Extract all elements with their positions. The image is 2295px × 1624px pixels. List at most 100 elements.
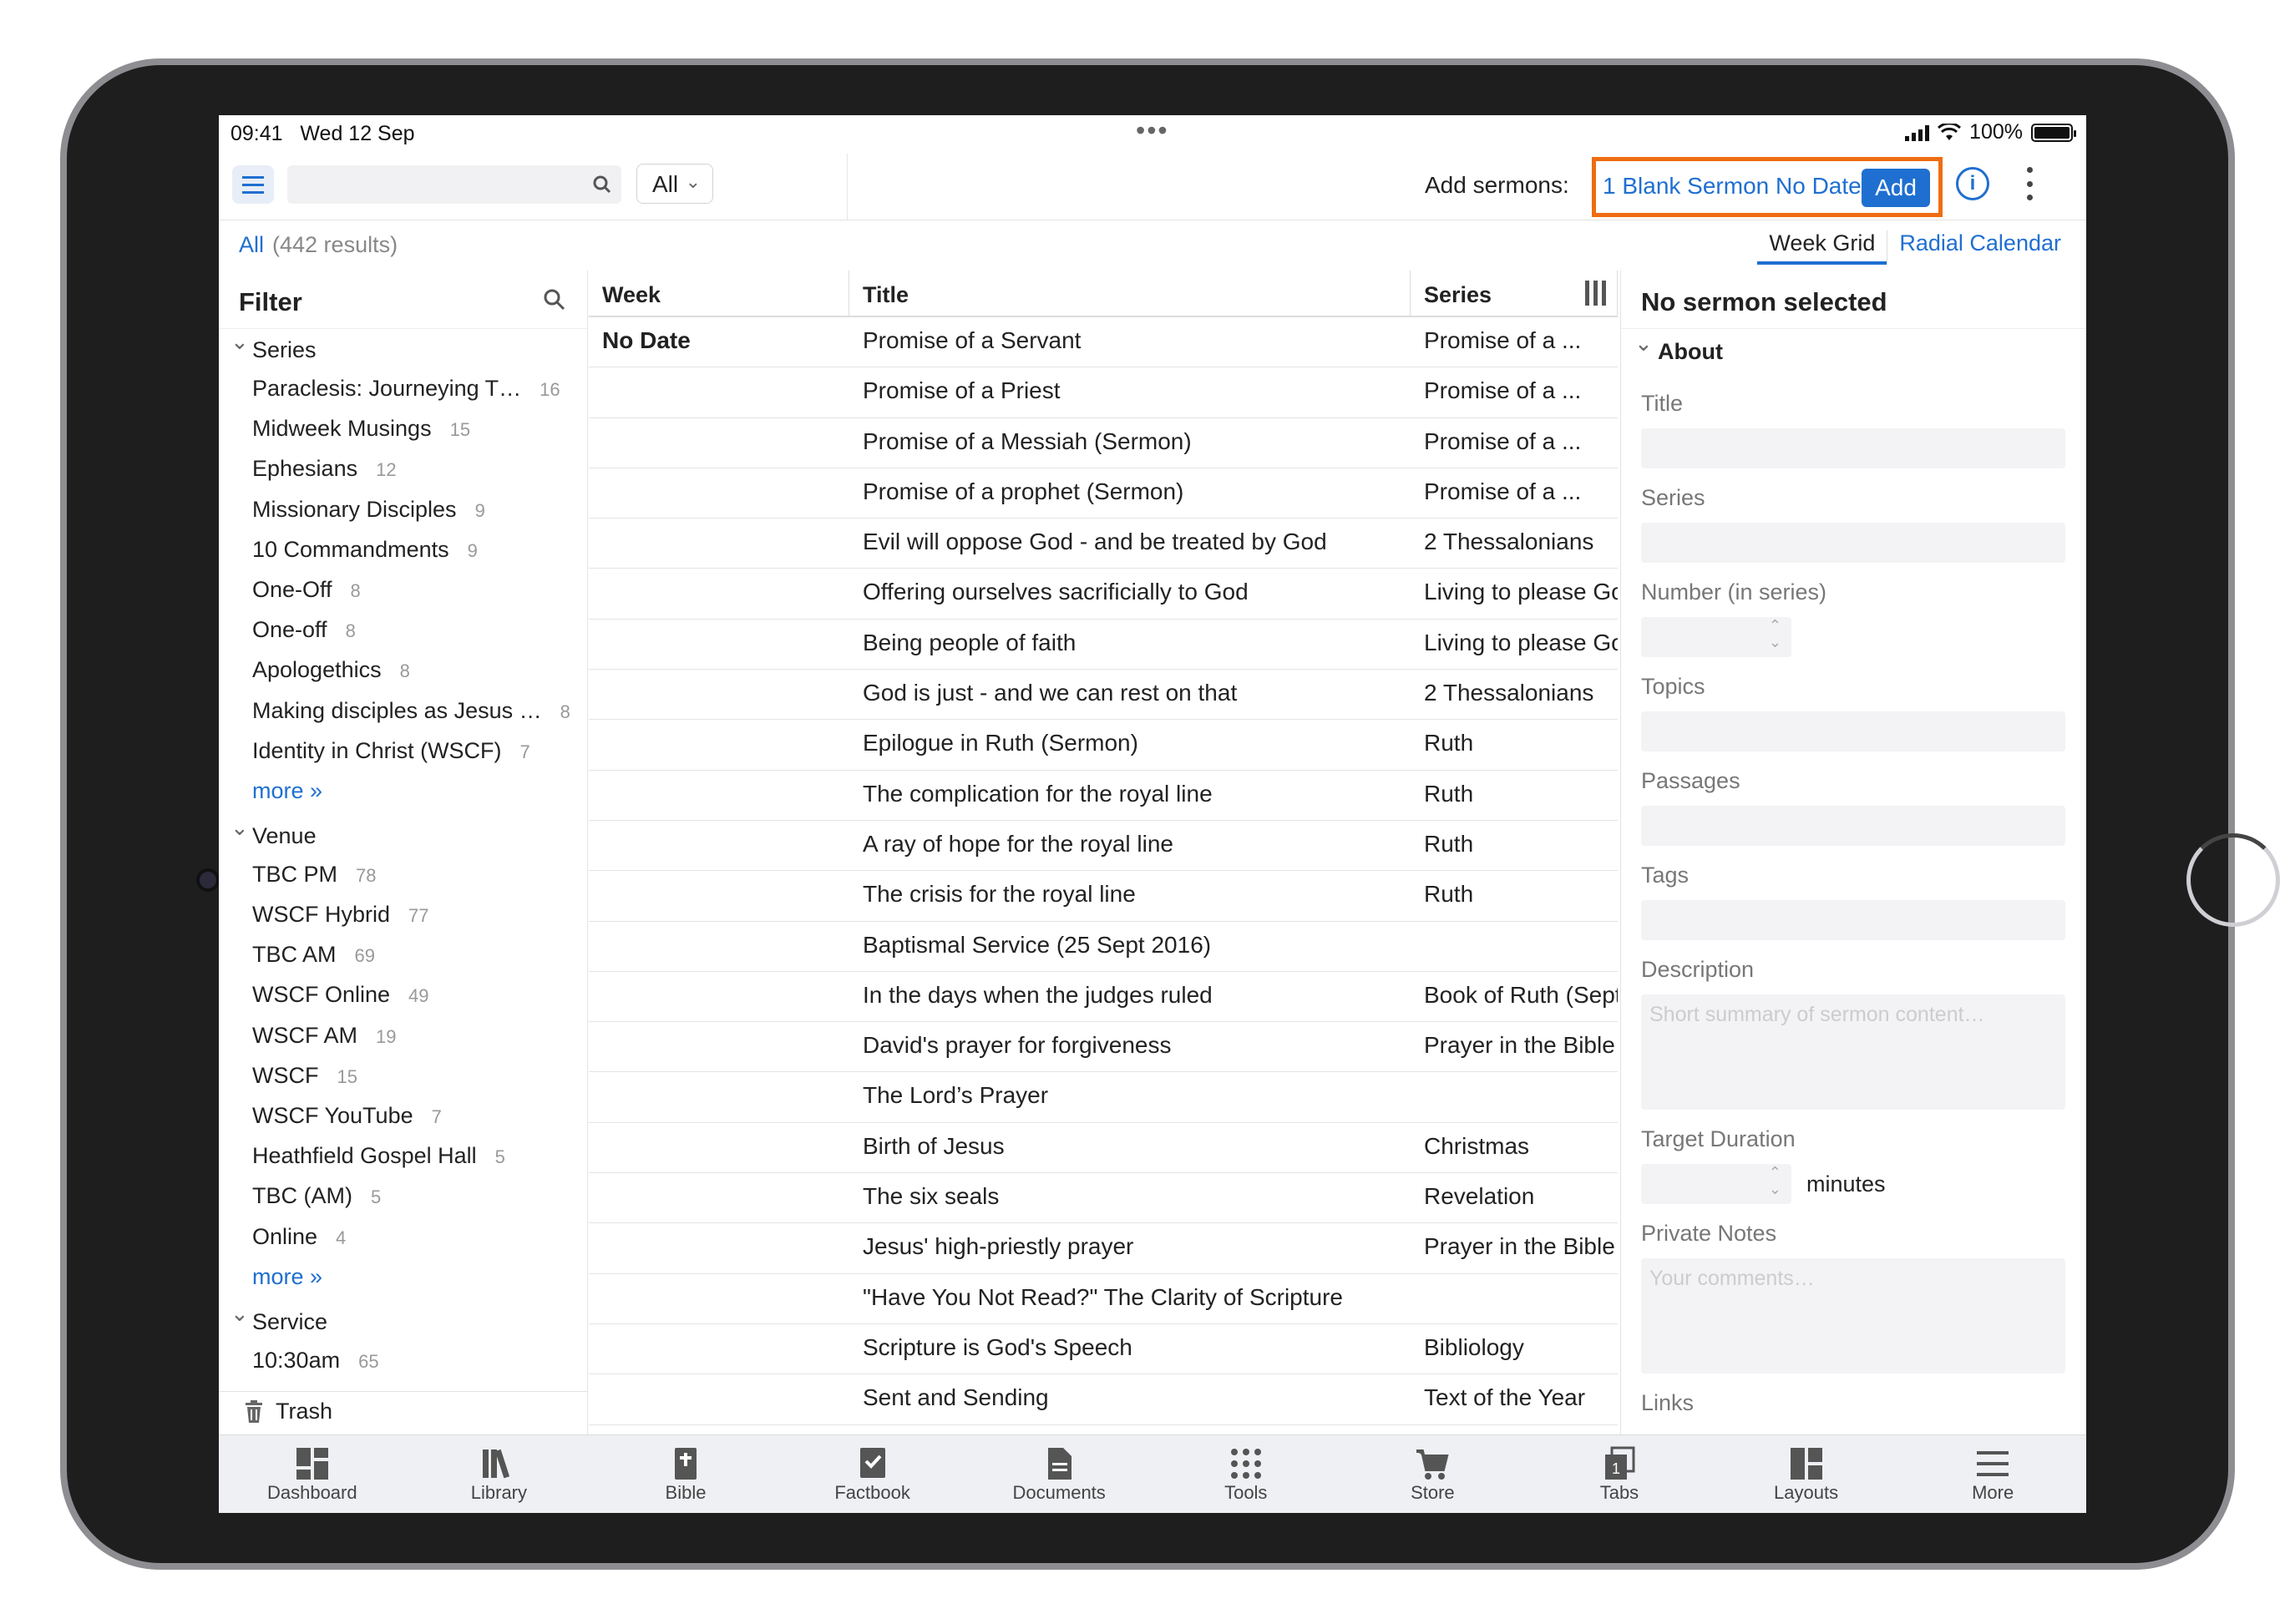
cell-series: Text of the Year [1424,1384,1586,1411]
filter-group-title[interactable]: Service [219,1301,587,1341]
more-options-icon[interactable] [2021,167,2038,200]
cell-week [589,670,849,719]
table-row[interactable]: The crisis for the royal line Ruth [589,871,1618,922]
trash-button[interactable]: Trash [219,1391,587,1434]
filter-group-title[interactable]: Venue [219,815,587,855]
title-field[interactable] [1641,428,2065,468]
series-field[interactable] [1641,523,2065,563]
table-row[interactable]: God is just - and we can rest on that 2 T… [589,670,1618,721]
tab-store[interactable]: Store [1349,1435,1516,1513]
table-row[interactable]: Jesus' high-priestly prayer Prayer in the… [589,1223,1618,1274]
cell-title: In the days when the judges ruled [863,981,1213,1008]
filter-scope-dropdown[interactable]: All ⌄ [636,164,713,204]
menu-button[interactable] [232,165,274,204]
filter-item[interactable]: TBC PM 78 [219,855,587,895]
multitask-dots-icon[interactable]: ••• [1136,115,1169,146]
svg-text:1: 1 [1612,1460,1620,1477]
filter-item[interactable]: Midweek Musings 15 [219,409,587,449]
tab-documents[interactable]: Documents [975,1435,1142,1513]
topics-field[interactable] [1641,711,2065,751]
table-row[interactable]: Sent and Sending Text of the Year [589,1374,1618,1425]
table-row[interactable]: Baptismal Service (25 Sept 2016) [589,922,1618,972]
table-row[interactable]: The six seals Revelation [589,1173,1618,1224]
filter-group-service: Service 10:30am65 [219,1301,587,1381]
table-row[interactable]: Promise of a prophet (Sermon) Promise of … [589,468,1618,519]
filter-item[interactable]: TBC (AM) 5 [219,1176,587,1217]
table-row[interactable]: Scripture is God's Speech Bibliology [589,1324,1618,1375]
bible-icon [674,1448,697,1480]
filter-item[interactable]: WSCF Hybrid 77 [219,895,587,935]
table-row[interactable]: In the days when the judges ruled Book of… [589,972,1618,1023]
tab-factbook[interactable]: Factbook [789,1435,956,1513]
filter-item[interactable]: Missionary Disciples 9 [219,490,587,530]
tags-field[interactable] [1641,900,2065,940]
table-row[interactable]: A ray of hope for the royal line Ruth [589,821,1618,872]
table-row[interactable]: The Lord’s Prayer [589,1072,1618,1123]
filter-item[interactable]: Heathfield Gospel Hall 5 [219,1136,587,1176]
duration-stepper[interactable] [1641,1164,1791,1204]
table-row[interactable]: David's prayer for forgiveness Prayer in … [589,1022,1618,1073]
tab-week-grid[interactable]: Week Grid [1757,230,1887,265]
scope-link[interactable]: All [239,232,264,257]
column-header-week[interactable]: Week [589,271,849,316]
filter-item[interactable]: WSCF Online 49 [219,975,587,1015]
filter-item[interactable]: Online 4 [219,1217,587,1257]
home-button[interactable] [2186,833,2280,927]
filter-item[interactable]: Ephesians 12 [219,449,587,489]
factbook-icon [859,1448,885,1478]
table-row[interactable]: Birth of Jesus Christmas [589,1123,1618,1174]
filter-item[interactable]: Identity in Christ (WSCF) 7 [219,731,587,772]
private-notes-field[interactable]: Your comments… [1641,1258,2065,1374]
filter-item[interactable]: 10 Commandments 9 [219,530,587,570]
description-field[interactable]: Short summary of sermon content… [1641,994,2065,1110]
table-row[interactable]: Offering ourselves sacrificially to God L… [589,569,1618,620]
passages-field[interactable] [1641,806,2065,846]
table-row[interactable]: The complication for the royal line Ruth [589,771,1618,821]
results-bar: All (442 results) Week Grid Radial Calend… [219,220,2086,269]
filter-group-title[interactable]: Series [219,329,587,369]
column-header-title[interactable]: Title [849,271,1411,316]
label-topics: Topics [1641,674,1705,699]
filter-item[interactable]: Making disciples as Jesus … 8 [219,691,587,731]
tools-icon [1230,1449,1261,1479]
about-section-toggle[interactable]: About [1621,329,2086,374]
table-row[interactable]: No Date Promise of a Servant Promise of a … [589,317,1618,368]
filter-more-link[interactable]: more » [219,772,587,815]
filter-item[interactable]: WSCF YouTube 7 [219,1096,587,1136]
library-icon [483,1449,510,1479]
filter-item[interactable]: TBC AM 69 [219,935,587,975]
tab-tools[interactable]: Tools [1163,1435,1330,1513]
filter-search-icon[interactable] [542,287,567,312]
add-button[interactable]: Add [1862,169,1930,207]
grid-header: Week Title Series [589,271,1618,317]
add-sermon-template-select[interactable]: 1 Blank Sermon No Date [1603,173,1862,200]
tab-dashboard[interactable]: Dashboard [229,1435,396,1513]
tab-radial-calendar[interactable]: Radial Calendar [1887,230,2073,265]
table-row[interactable]: Promise of a Messiah (Sermon) Promise of … [589,418,1618,468]
filter-more-link[interactable]: more » [219,1257,587,1301]
number-stepper[interactable] [1641,617,1791,657]
cell-series: Ruth [1424,830,1474,857]
table-row[interactable]: Promise of a Priest Promise of a ... [589,367,1618,418]
filter-item[interactable]: WSCF AM 19 [219,1016,587,1056]
filter-item[interactable]: WSCF 15 [219,1056,587,1096]
cell-week [589,1123,849,1172]
info-icon[interactable]: i [1956,167,1989,200]
tab-layouts[interactable]: Layouts [1723,1435,1890,1513]
filter-item[interactable]: Paraclesis: Journeying T… 16 [219,369,587,409]
filter-item[interactable]: Apologethics 8 [219,650,587,691]
tab-tabs[interactable]: 1 Tabs [1536,1435,1703,1513]
table-row[interactable]: Epilogue in Ruth (Sermon) Ruth [589,720,1618,771]
column-chooser-icon[interactable] [1585,281,1606,306]
toolbar-divider [847,154,848,220]
search-input[interactable] [287,165,621,204]
tab-more[interactable]: More [1909,1435,2076,1513]
filter-item[interactable]: One-off 8 [219,610,587,650]
tab-bible[interactable]: Bible [602,1435,769,1513]
filter-item[interactable]: 10:30am 65 [219,1341,587,1381]
tab-library[interactable]: Library [415,1435,582,1513]
filter-item[interactable]: One-Off 8 [219,570,587,610]
table-row[interactable]: Evil will oppose God - and be treated by… [589,519,1618,569]
table-row[interactable]: Being people of faith Living to please Go [589,620,1618,670]
table-row[interactable]: "Have You Not Read?" The Clarity of Scri… [589,1274,1618,1324]
